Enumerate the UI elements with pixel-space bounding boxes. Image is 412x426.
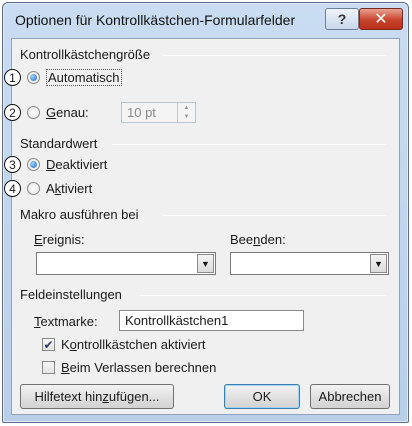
separator [162, 215, 387, 216]
add-help-text-button[interactable]: Hilfetext hinzufügen... [20, 384, 174, 409]
separator [162, 55, 387, 56]
help-button[interactable]: ? [325, 8, 359, 30]
radio-activated-label: Aktiviert [46, 181, 93, 196]
checkbox-calc-on-exit[interactable]: Beim Verlassen berechnen [42, 360, 216, 375]
spin-up-icon[interactable]: ▲ [178, 103, 195, 113]
size-group-label: Kontrollkästchengröße [20, 47, 151, 62]
checkbox-calc-on-exit-indicator[interactable] [42, 361, 55, 374]
radio-activated[interactable]: Aktiviert [27, 181, 92, 196]
radio-automatic[interactable]: Automatisch [27, 69, 122, 86]
default-group-label: Standardwert [20, 136, 98, 151]
title-bar: Optionen für Kontrollkästchen-Formularfe… [3, 3, 408, 37]
radio-deactivated[interactable]: Deaktiviert [27, 157, 107, 172]
checkbox-calc-on-exit-label: Beim Verlassen berechnen [61, 360, 217, 375]
radio-exact-label: Genau: [46, 105, 89, 120]
dialog-body: Kontrollkästchengröße 1 Automatisch 2 Ge… [4, 38, 400, 415]
chevron-down-icon[interactable]: ▼ [370, 254, 387, 273]
checkmark-icon[interactable]: ✔ [42, 338, 55, 351]
radio-exact-indicator[interactable] [27, 106, 40, 119]
callout-marker-2: 2 [4, 104, 21, 121]
separator [140, 295, 387, 296]
add-help-text-label: Hilfetext hinzufügen... [34, 389, 160, 404]
callout-marker-4: 4 [4, 180, 21, 197]
dialog-title: Optionen für Kontrollkästchen-Formularfe… [15, 12, 296, 28]
callout-marker-3: 3 [4, 156, 21, 173]
spinner-arrows[interactable]: ▲ ▼ [177, 103, 195, 122]
radio-deactivated-label: Deaktiviert [46, 157, 108, 172]
exact-size-value[interactable]: 10 pt [122, 103, 177, 122]
spin-down-icon[interactable]: ▼ [178, 113, 195, 123]
bookmark-input[interactable]: Kontrollkästchen1 [119, 310, 304, 331]
close-button[interactable]: ✕ [359, 8, 403, 30]
exact-size-spinner[interactable]: 10 pt ▲ ▼ [121, 102, 196, 123]
separator [112, 144, 387, 145]
close-icon: ✕ [374, 11, 388, 28]
exit-macro-label: Beenden: [230, 232, 286, 247]
radio-automatic-label: Automatisch [46, 69, 122, 86]
radio-exact[interactable]: Genau: [27, 105, 89, 120]
dialog-window: Optionen für Kontrollkästchen-Formularfe… [2, 2, 409, 423]
entry-macro-label: Ereignis: [34, 232, 85, 247]
radio-automatic-indicator[interactable] [27, 71, 40, 84]
question-icon: ? [337, 11, 347, 27]
bookmark-label: Textmarke: [34, 314, 98, 329]
checkbox-enabled-label: Kontrollkästchen aktiviert [61, 337, 206, 352]
cancel-button[interactable]: Abbrechen [310, 384, 390, 409]
radio-activated-indicator[interactable] [27, 182, 40, 195]
callout-marker-1: 1 [4, 69, 21, 86]
radio-deactivated-indicator[interactable] [27, 158, 40, 171]
chevron-down-icon[interactable]: ▼ [197, 254, 214, 273]
ok-button[interactable]: OK [224, 384, 300, 409]
exit-macro-dropdown[interactable]: ▼ [230, 252, 389, 275]
entry-macro-dropdown[interactable]: ▼ [36, 252, 216, 275]
macro-group-label: Makro ausführen bei [20, 207, 139, 222]
checkbox-enabled[interactable]: ✔ Kontrollkästchen aktiviert [42, 337, 206, 352]
field-settings-label: Feldeinstellungen [20, 287, 122, 302]
